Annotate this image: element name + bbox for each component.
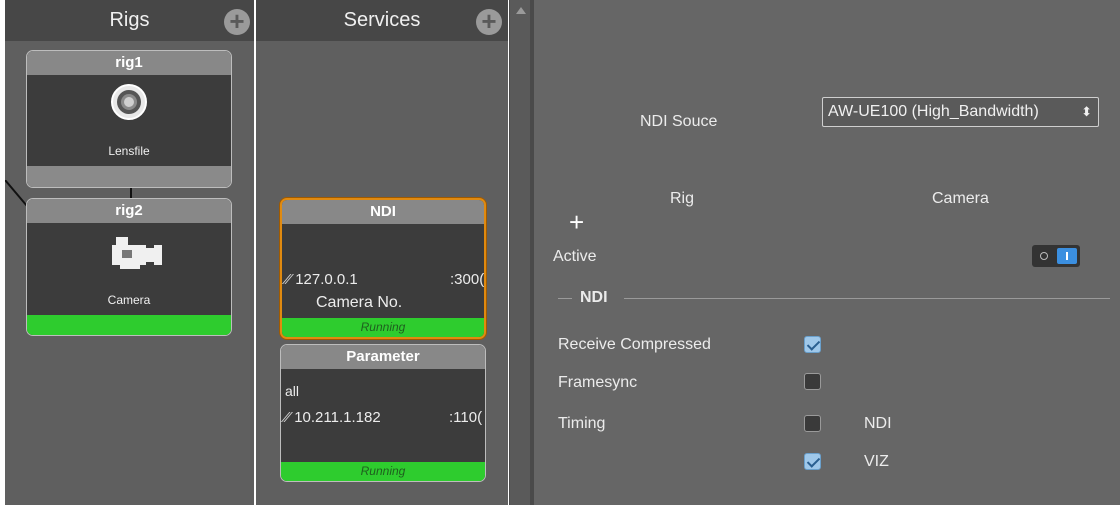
rigs-panel-title: Rigs <box>109 9 150 31</box>
rig-node[interactable]: rig2 Camera <box>26 198 232 336</box>
framesync-label: Framesync <box>558 374 638 391</box>
vertical-scrollbar[interactable] <box>509 0 530 505</box>
service-status: Running <box>281 462 485 481</box>
link-icon: ⁄⁄ <box>285 409 291 426</box>
rig-status-bar <box>27 166 231 187</box>
detail-pane: NDI Souce AW-UE100 (High_Bandwidth) ⬍ Ri… <box>534 0 1120 505</box>
rig-node-label: Camera <box>107 293 151 307</box>
plus-circle-icon: + <box>481 6 497 36</box>
scroll-up-icon[interactable] <box>516 7 526 14</box>
rig-node-body: Lensfile <box>27 75 231 168</box>
active-label: Active <box>553 248 597 265</box>
service-status: Running <box>282 318 484 337</box>
rig-column-header: Rig <box>670 190 695 207</box>
timing-ndi-checkbox[interactable] <box>804 415 821 432</box>
service-port: :300( <box>450 271 485 288</box>
rig-node-label: Lensfile <box>108 144 150 158</box>
timing-ndi-label: NDI <box>864 415 892 432</box>
active-toggle[interactable] <box>1032 245 1080 267</box>
toggle-on-icon <box>1057 248 1077 264</box>
lens-icon <box>111 84 147 120</box>
rig-node[interactable]: rig1 Lensfile <box>26 50 232 188</box>
receive-compressed-label: Receive Compressed <box>558 336 711 353</box>
rig-status-bar <box>27 315 231 335</box>
camera-column-header: Camera <box>932 190 989 207</box>
rig-node-title: rig2 <box>27 199 231 223</box>
ndi-source-select[interactable]: AW-UE100 (High_Bandwidth) ⬍ <box>822 97 1099 127</box>
section-divider-right <box>624 298 1110 299</box>
service-node-parameter[interactable]: Parameter all ⁄⁄ 10.211.1.182 :110( Runn… <box>280 344 486 482</box>
add-row-button[interactable]: + <box>569 209 584 235</box>
rigs-panel: Rigs + rig1 Lensfile rig2 Camera <box>5 0 254 505</box>
timing-label: Timing <box>558 415 606 432</box>
service-ip: 10.211.1.182 <box>294 409 381 426</box>
link-icon: ⁄⁄ <box>286 271 292 288</box>
rig-node-title: rig1 <box>27 51 231 75</box>
service-ip: 127.0.0.1 <box>295 271 358 288</box>
camera-icon <box>112 237 162 269</box>
service-line: Camera No. <box>316 294 403 311</box>
services-panel-title: Services <box>343 9 421 31</box>
service-address: ⁄⁄ 10.211.1.182 <box>285 409 381 426</box>
timing-viz-checkbox[interactable] <box>804 453 821 470</box>
add-service-button[interactable]: + <box>476 6 502 36</box>
service-node-ndi[interactable]: NDI ⁄⁄ 127.0.0.1 :300( Camera No. Runnin… <box>280 198 486 339</box>
ndi-source-label: NDI Souce <box>640 113 718 130</box>
framesync-checkbox[interactable] <box>804 373 821 390</box>
plus-circle-icon: + <box>229 6 245 36</box>
section-divider-left <box>558 298 572 299</box>
service-port: :110( <box>449 409 483 426</box>
service-address: ⁄⁄ 127.0.0.1 <box>286 271 358 288</box>
receive-compressed-checkbox[interactable] <box>804 336 821 353</box>
rig-node-body: Camera <box>27 223 231 317</box>
service-line: all <box>285 383 300 399</box>
updown-arrow-icon: ⬍ <box>1081 104 1092 119</box>
service-node-body: all ⁄⁄ 10.211.1.182 :110( <box>281 369 485 463</box>
add-rig-button[interactable]: + <box>224 6 250 36</box>
ndi-source-value: AW-UE100 (High_Bandwidth) <box>828 103 1039 120</box>
timing-viz-label: VIZ <box>864 453 889 470</box>
service-node-title: Parameter <box>281 345 485 369</box>
services-panel-header: Services + <box>256 0 508 41</box>
rigs-panel-header: Rigs + <box>5 0 254 41</box>
service-node-title: NDI <box>282 200 484 224</box>
ndi-section-title: NDI <box>580 289 608 306</box>
services-panel: Services + NDI ⁄⁄ 127.0.0.1 :300( Camera… <box>256 0 508 505</box>
toggle-off-icon <box>1040 252 1048 260</box>
service-node-body: ⁄⁄ 127.0.0.1 :300( Camera No. <box>282 224 484 319</box>
app-canvas: Rigs + rig1 Lensfile rig2 Camera Service… <box>0 0 1120 505</box>
